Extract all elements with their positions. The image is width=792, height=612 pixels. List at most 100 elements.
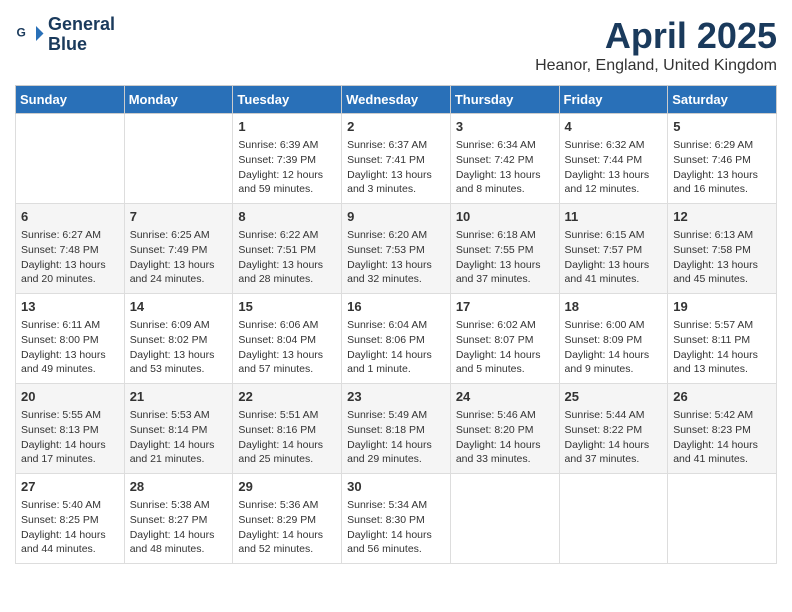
calendar-cell: 30Sunrise: 5:34 AMSunset: 8:30 PMDayligh… [342,474,451,564]
day-info: Sunrise: 6:22 AM [238,228,336,243]
day-info: Sunrise: 6:02 AM [456,318,554,333]
day-number: 24 [456,388,554,406]
day-info: Daylight: 13 hours and 37 minutes. [456,258,554,287]
day-info: Sunrise: 5:55 AM [21,408,119,423]
header-saturday: Saturday [668,86,777,114]
calendar-cell: 18Sunrise: 6:00 AMSunset: 8:09 PMDayligh… [559,294,668,384]
day-info: Sunrise: 5:51 AM [238,408,336,423]
day-info: Sunset: 8:00 PM [21,333,119,348]
day-info: Sunrise: 6:32 AM [565,138,663,153]
day-info: Daylight: 14 hours and 17 minutes. [21,438,119,467]
calendar-cell [668,474,777,564]
day-info: Sunrise: 5:42 AM [673,408,771,423]
calendar-cell: 10Sunrise: 6:18 AMSunset: 7:55 PMDayligh… [450,204,559,294]
day-info: Sunset: 7:57 PM [565,243,663,258]
day-number: 28 [130,478,228,496]
day-info: Sunrise: 6:11 AM [21,318,119,333]
day-info: Sunrise: 5:53 AM [130,408,228,423]
day-info: Sunset: 8:30 PM [347,513,445,528]
day-info: Sunset: 8:04 PM [238,333,336,348]
day-info: Daylight: 14 hours and 1 minute. [347,348,445,377]
calendar-cell: 23Sunrise: 5:49 AMSunset: 8:18 PMDayligh… [342,384,451,474]
day-info: Daylight: 14 hours and 44 minutes. [21,528,119,557]
day-info: Daylight: 14 hours and 37 minutes. [565,438,663,467]
day-info: Daylight: 12 hours and 59 minutes. [238,168,336,197]
day-info: Daylight: 13 hours and 32 minutes. [347,258,445,287]
day-number: 19 [673,298,771,316]
day-info: Sunset: 8:16 PM [238,423,336,438]
day-info: Daylight: 14 hours and 25 minutes. [238,438,336,467]
month-title: April 2025 [535,15,777,57]
day-info: Sunrise: 6:13 AM [673,228,771,243]
day-info: Sunrise: 5:34 AM [347,498,445,513]
day-info: Sunrise: 6:20 AM [347,228,445,243]
day-number: 5 [673,118,771,136]
svg-text:G: G [17,25,26,39]
page-header: G General Blue April 2025 Heanor, Englan… [15,15,777,75]
day-info: Sunset: 7:55 PM [456,243,554,258]
calendar-cell: 9Sunrise: 6:20 AMSunset: 7:53 PMDaylight… [342,204,451,294]
day-number: 26 [673,388,771,406]
calendar-cell [559,474,668,564]
day-info: Sunset: 8:20 PM [456,423,554,438]
header-friday: Friday [559,86,668,114]
location: Heanor, England, United Kingdom [535,57,777,75]
day-info: Daylight: 14 hours and 33 minutes. [456,438,554,467]
day-info: Sunset: 8:27 PM [130,513,228,528]
calendar-cell: 7Sunrise: 6:25 AMSunset: 7:49 PMDaylight… [124,204,233,294]
calendar-cell: 15Sunrise: 6:06 AMSunset: 8:04 PMDayligh… [233,294,342,384]
day-info: Sunset: 7:48 PM [21,243,119,258]
day-info: Sunrise: 5:44 AM [565,408,663,423]
day-info: Sunset: 8:11 PM [673,333,771,348]
day-info: Daylight: 14 hours and 48 minutes. [130,528,228,557]
day-info: Sunset: 7:46 PM [673,153,771,168]
day-info: Sunrise: 6:29 AM [673,138,771,153]
day-info: Sunset: 8:13 PM [21,423,119,438]
day-info: Daylight: 14 hours and 56 minutes. [347,528,445,557]
calendar-cell: 22Sunrise: 5:51 AMSunset: 8:16 PMDayligh… [233,384,342,474]
day-info: Sunrise: 6:37 AM [347,138,445,153]
day-info: Daylight: 13 hours and 28 minutes. [238,258,336,287]
day-number: 10 [456,208,554,226]
calendar-cell: 2Sunrise: 6:37 AMSunset: 7:41 PMDaylight… [342,114,451,204]
day-info: Daylight: 13 hours and 49 minutes. [21,348,119,377]
header-sunday: Sunday [16,86,125,114]
calendar-cell [16,114,125,204]
day-number: 9 [347,208,445,226]
header-wednesday: Wednesday [342,86,451,114]
logo: G General Blue [15,15,115,55]
day-info: Sunset: 7:42 PM [456,153,554,168]
calendar-header-row: SundayMondayTuesdayWednesdayThursdayFrid… [16,86,777,114]
day-info: Daylight: 13 hours and 12 minutes. [565,168,663,197]
calendar-cell [124,114,233,204]
day-number: 8 [238,208,336,226]
day-info: Sunset: 8:06 PM [347,333,445,348]
calendar-cell: 24 Sunrise: 5:46 AMSunset: 8:20 PMDayligh… [450,384,559,474]
calendar-cell: 5Sunrise: 6:29 AMSunset: 7:46 PMDaylight… [668,114,777,204]
day-info: Sunrise: 6:06 AM [238,318,336,333]
calendar-cell: 3Sunrise: 6:34 AMSunset: 7:42 PMDaylight… [450,114,559,204]
day-info: Sunset: 8:07 PM [456,333,554,348]
day-info: Sunset: 8:18 PM [347,423,445,438]
day-number: 25 [565,388,663,406]
calendar-cell: 8Sunrise: 6:22 AMSunset: 7:51 PMDaylight… [233,204,342,294]
calendar-cell: 20Sunrise: 5:55 AMSunset: 8:13 PMDayligh… [16,384,125,474]
calendar-cell: 13Sunrise: 6:11 AMSunset: 8:00 PMDayligh… [16,294,125,384]
calendar-week-row: 13Sunrise: 6:11 AMSunset: 8:00 PMDayligh… [16,294,777,384]
day-info: Daylight: 14 hours and 29 minutes. [347,438,445,467]
day-info: Sunrise: 5:57 AM [673,318,771,333]
calendar-cell: 1Sunrise: 6:39 AMSunset: 7:39 PMDaylight… [233,114,342,204]
day-info: Sunset: 7:39 PM [238,153,336,168]
day-info: Sunset: 8:09 PM [565,333,663,348]
day-info: Sunrise: 5:46 AM [456,408,554,423]
day-info: Sunrise: 6:15 AM [565,228,663,243]
day-info: Sunset: 7:41 PM [347,153,445,168]
calendar-cell: 12Sunrise: 6:13 AMSunset: 7:58 PMDayligh… [668,204,777,294]
day-number: 11 [565,208,663,226]
calendar-cell: 16Sunrise: 6:04 AMSunset: 8:06 PMDayligh… [342,294,451,384]
title-block: April 2025 Heanor, England, United Kingd… [535,15,777,75]
day-number: 7 [130,208,228,226]
day-number: 16 [347,298,445,316]
calendar-week-row: 1Sunrise: 6:39 AMSunset: 7:39 PMDaylight… [16,114,777,204]
day-number: 15 [238,298,336,316]
